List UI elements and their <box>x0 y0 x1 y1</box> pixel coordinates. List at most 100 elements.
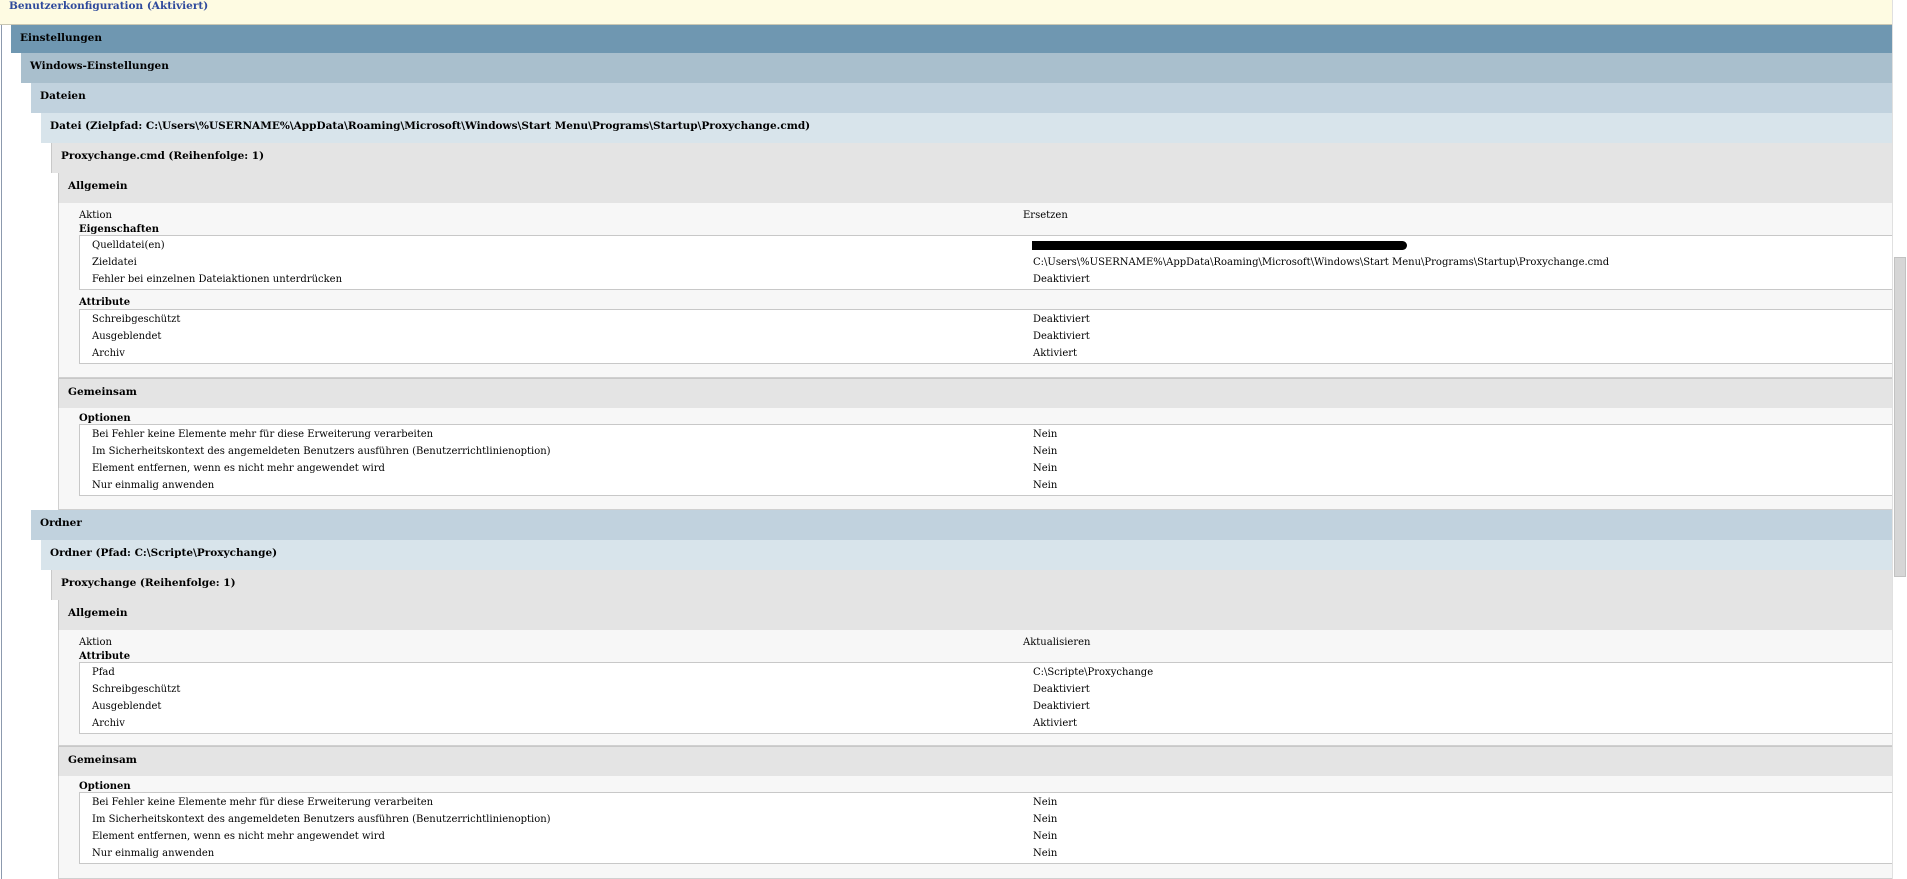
einstellungen-title: Einstellungen <box>20 32 102 44</box>
attribute-label: Ausgeblendet <box>92 331 162 342</box>
property-label: Quelldatei(en) <box>92 240 165 251</box>
table-row: Ausgeblendet Deaktiviert <box>80 698 1897 715</box>
attribute-label: Pfad <box>92 667 115 678</box>
folder-general-panel: Aktion Aktualisieren Attribute Pfad C:\S… <box>58 630 1897 746</box>
table-row: Ausgeblendet Deaktiviert <box>80 328 1897 345</box>
attribute-label: Schreibgeschützt <box>92 684 181 695</box>
proxychange-cmd-header[interactable]: Proxychange.cmd (Reihenfolge: 1) <box>51 143 1896 173</box>
file-common-panel: Optionen Bei Fehler keine Elemente mehr … <box>58 408 1897 510</box>
root-section-header[interactable]: Benutzerkonfiguration (Aktiviert) <box>0 0 1907 25</box>
file-attributes-table: Schreibgeschützt Deaktiviert Ausgeblende… <box>79 309 1897 364</box>
vertical-scrollbar[interactable] <box>1892 0 1907 879</box>
folder-allgemein-header[interactable]: Allgemein <box>58 600 1896 630</box>
proxychange-folder-header[interactable]: Proxychange (Reihenfolge: 1) <box>51 570 1896 600</box>
table-row: Im Sicherheitskontext des angemeldeten B… <box>80 443 1897 460</box>
property-label: Fehler bei einzelnen Dateiaktionen unter… <box>92 274 343 285</box>
file-action-row: Aktion Ersetzen <box>59 207 1896 224</box>
einstellungen-header[interactable]: Einstellungen <box>11 25 1896 53</box>
folder-attributes-table: Pfad C:\Scripte\Proxychange Schreibgesch… <box>79 662 1897 734</box>
property-label: Zieldatei <box>92 257 137 268</box>
redacted-source-value <box>1032 241 1407 250</box>
file-general-panel: Aktion Ersetzen Eigenschaften Quelldatei… <box>58 203 1897 378</box>
folder-attributes-heading: Attribute <box>79 651 131 662</box>
table-row: Schreibgeschützt Deaktiviert <box>80 311 1897 328</box>
file-allgemein-header[interactable]: Allgemein <box>58 173 1896 203</box>
dateien-title: Dateien <box>40 90 86 102</box>
folder-action-label: Aktion <box>79 637 112 648</box>
option-value: Nein <box>1033 814 1058 825</box>
option-value: Nein <box>1033 480 1058 491</box>
attribute-label: Ausgeblendet <box>92 701 162 712</box>
option-label: Nur einmalig anwenden <box>92 848 215 859</box>
table-row: Quelldatei(en) <box>80 237 1897 254</box>
property-value: Deaktiviert <box>1033 274 1090 285</box>
attribute-value: Aktiviert <box>1033 348 1078 359</box>
option-label: Element entfernen, wenn es nicht mehr an… <box>92 831 385 842</box>
datei-title: Datei (Zielpfad: C:\Users\%USERNAME%\App… <box>50 120 811 132</box>
attribute-value: Deaktiviert <box>1033 684 1090 695</box>
attribute-label: Schreibgeschützt <box>92 314 181 325</box>
file-action-value: Ersetzen <box>1023 210 1068 221</box>
attribute-value: C:\Scripte\Proxychange <box>1033 667 1154 678</box>
attribute-value: Deaktiviert <box>1033 701 1090 712</box>
proxychange-folder-title: Proxychange (Reihenfolge: 1) <box>61 577 236 589</box>
file-action-label: Aktion <box>79 210 112 221</box>
file-properties-heading: Eigenschaften <box>79 224 160 235</box>
table-row: Element entfernen, wenn es nicht mehr an… <box>80 828 1897 845</box>
table-row: Fehler bei einzelnen Dateiaktionen unter… <box>80 271 1897 288</box>
table-row: Im Sicherheitskontext des angemeldeten B… <box>80 811 1897 828</box>
ordner-item-title: Ordner (Pfad: C:\Scripte\Proxychange) <box>50 547 278 559</box>
proxychange-cmd-title: Proxychange.cmd (Reihenfolge: 1) <box>61 150 265 162</box>
file-gemeinsam-header[interactable]: Gemeinsam <box>58 378 1896 408</box>
option-value: Nein <box>1033 446 1058 457</box>
folder-common-panel: Optionen Bei Fehler keine Elemente mehr … <box>58 776 1897 879</box>
option-label: Bei Fehler keine Elemente mehr für diese… <box>92 429 434 440</box>
file-options-heading: Optionen <box>79 413 131 424</box>
folder-options-heading: Optionen <box>79 781 131 792</box>
attribute-value: Deaktiviert <box>1033 314 1090 325</box>
option-label: Nur einmalig anwenden <box>92 480 215 491</box>
option-value: Nein <box>1033 831 1058 842</box>
table-row: Element entfernen, wenn es nicht mehr an… <box>80 460 1897 477</box>
ordner-header[interactable]: Ordner <box>31 510 1896 540</box>
attribute-label: Archiv <box>92 348 125 359</box>
option-value: Nein <box>1033 848 1058 859</box>
table-row: Bei Fehler keine Elemente mehr für diese… <box>80 794 1897 811</box>
file-options-table: Bei Fehler keine Elemente mehr für diese… <box>79 424 1897 496</box>
file-gemeinsam-title: Gemeinsam <box>68 386 137 398</box>
table-row: Pfad C:\Scripte\Proxychange <box>80 664 1897 681</box>
file-allgemein-title: Allgemein <box>68 180 128 192</box>
option-label: Element entfernen, wenn es nicht mehr an… <box>92 463 385 474</box>
ordner-item-header[interactable]: Ordner (Pfad: C:\Scripte\Proxychange) <box>41 540 1896 570</box>
scrollbar-thumb[interactable] <box>1894 257 1906 577</box>
table-row: Bei Fehler keine Elemente mehr für diese… <box>80 426 1897 443</box>
table-row: Archiv Aktiviert <box>80 715 1897 732</box>
file-properties-table: Quelldatei(en) Zieldatei C:\Users\%USERN… <box>79 235 1897 290</box>
datei-header[interactable]: Datei (Zielpfad: C:\Users\%USERNAME%\App… <box>41 113 1896 143</box>
folder-gemeinsam-title: Gemeinsam <box>68 754 137 766</box>
folder-action-value: Aktualisieren <box>1023 637 1091 648</box>
folder-allgemein-title: Allgemein <box>68 607 128 619</box>
ordner-title: Ordner <box>40 517 82 529</box>
attribute-value: Aktiviert <box>1033 718 1078 729</box>
attribute-label: Archiv <box>92 718 125 729</box>
option-label: Im Sicherheitskontext des angemeldeten B… <box>92 814 551 825</box>
option-label: Im Sicherheitskontext des angemeldeten B… <box>92 446 551 457</box>
option-value: Nein <box>1033 463 1058 474</box>
dateien-header[interactable]: Dateien <box>31 83 1896 113</box>
table-row: Zieldatei C:\Users\%USERNAME%\AppData\Ro… <box>80 254 1897 271</box>
tree-guide-line <box>1 25 2 879</box>
folder-gemeinsam-header[interactable]: Gemeinsam <box>58 746 1896 776</box>
folder-options-table: Bei Fehler keine Elemente mehr für diese… <box>79 792 1897 864</box>
root-section-title: Benutzerkonfiguration (Aktiviert) <box>9 0 209 12</box>
attribute-value: Deaktiviert <box>1033 331 1090 342</box>
option-value: Nein <box>1033 429 1058 440</box>
windows-settings-header[interactable]: Windows-Einstellungen <box>21 53 1896 83</box>
property-value: C:\Users\%USERNAME%\AppData\Roaming\Micr… <box>1033 257 1610 268</box>
table-row: Schreibgeschützt Deaktiviert <box>80 681 1897 698</box>
folder-action-row: Aktion Aktualisieren <box>59 634 1896 651</box>
table-row: Nur einmalig anwenden Nein <box>80 477 1897 494</box>
windows-settings-title: Windows-Einstellungen <box>30 60 169 72</box>
table-row: Archiv Aktiviert <box>80 345 1897 362</box>
file-attributes-heading: Attribute <box>79 297 131 308</box>
